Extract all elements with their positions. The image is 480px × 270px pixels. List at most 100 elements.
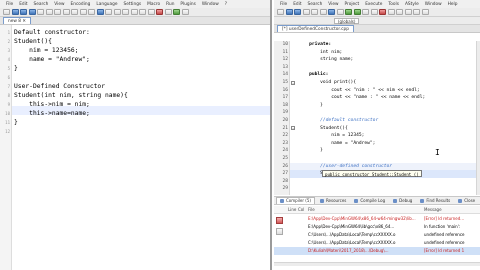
zoom-out-icon[interactable]	[122, 9, 129, 15]
menu-edit[interactable]: Edit	[19, 2, 27, 7]
undo-icon[interactable]	[79, 9, 87, 15]
message-row[interactable]: E:\App\Dev-Cpp\MinGW64\lib\gcc\x86_64...…	[274, 223, 480, 231]
menu-tools[interactable]: Tools	[388, 2, 399, 7]
stop-macro-icon[interactable]	[164, 9, 172, 15]
debug-icon[interactable]	[379, 9, 386, 15]
find-icon[interactable]	[328, 9, 335, 15]
tab-find-results[interactable]: Find Results	[417, 197, 453, 204]
open-file-icon[interactable]	[285, 9, 293, 15]
notepad-editor[interactable]: 1 2 3 4 5 6 7 8 9 10 11 12 Default const…	[0, 25, 270, 270]
message-row[interactable]: E:\App\Dev-Cpp\MinGW64\x86_64-w64-mingw3…	[274, 215, 480, 223]
column-line: Line	[288, 207, 297, 212]
save-icon[interactable]	[20, 9, 27, 15]
save-macro-icon[interactable]	[181, 9, 189, 15]
line-number: 22	[282, 133, 288, 139]
messages-header: Line Col File Message	[274, 206, 480, 214]
line-number: 18	[282, 102, 288, 108]
menu-astyle[interactable]: AStyle	[405, 2, 419, 7]
menu-file[interactable]: File	[6, 2, 13, 7]
record-macro-icon[interactable]	[156, 9, 163, 15]
goto-icon[interactable]	[404, 9, 412, 15]
close-icon[interactable]	[37, 9, 44, 15]
save-all-icon[interactable]	[28, 9, 36, 15]
compile-icon[interactable]	[345, 9, 352, 15]
message-row[interactable]: C:\Users\...\AppData\Local\Temp\ccXXXXX.…	[274, 239, 480, 247]
settings-icon[interactable]	[421, 9, 429, 15]
menu-window[interactable]: Window	[425, 2, 442, 7]
paste-icon[interactable]	[71, 9, 78, 15]
line-number: 8	[7, 93, 10, 98]
messages-horizontal-scrollbar[interactable]	[274, 262, 480, 266]
tab-debug[interactable]: Debug	[390, 197, 415, 204]
replace-icon[interactable]	[336, 9, 344, 15]
scope-bar: (globals)	[274, 17, 480, 25]
indent-guide-icon[interactable]	[147, 9, 155, 15]
menu-project[interactable]: Project	[345, 2, 360, 7]
line-number: 29	[282, 186, 288, 192]
menu-help[interactable]: Help	[448, 2, 458, 7]
find-icon	[420, 198, 425, 203]
tab-label: Debug	[399, 197, 413, 203]
menu-encoding[interactable]: Encoding	[71, 2, 91, 7]
fold-toggle-icon[interactable]: −	[291, 80, 295, 85]
ide-window: File Edit Search View Project Execute To…	[274, 0, 480, 270]
line-number: 12	[282, 57, 288, 63]
chart-icon[interactable]	[387, 9, 395, 15]
undo-icon[interactable]	[311, 9, 318, 15]
new-file-icon[interactable]	[277, 9, 284, 15]
tab-file[interactable]: [*] userDefinedConstructor.cpp	[277, 25, 354, 32]
replace-icon[interactable]	[105, 9, 112, 15]
save-icon[interactable]	[294, 9, 301, 15]
debug-icon	[393, 198, 398, 203]
menu-macro[interactable]: Macro	[147, 2, 160, 7]
menu-edit[interactable]: Edit	[293, 2, 301, 7]
notepad-toolbar	[0, 8, 270, 17]
new-file-icon[interactable]	[3, 9, 10, 15]
log-icon	[354, 198, 359, 203]
menu-execute[interactable]: Execute	[365, 2, 382, 7]
menu-window[interactable]: Window	[202, 2, 219, 7]
zoom-in-icon[interactable]	[113, 9, 121, 15]
menu-file[interactable]: File	[280, 2, 287, 7]
code-line: cout << "nim : " << nim << endl;	[298, 87, 420, 93]
menu-search[interactable]: Search	[34, 2, 49, 7]
print-icon[interactable]	[45, 9, 53, 15]
cut-icon[interactable]	[54, 9, 61, 15]
find-icon[interactable]	[96, 9, 104, 15]
wrap-icon[interactable]	[139, 9, 146, 15]
tab-new-8[interactable]: new 8 ✕	[3, 17, 31, 24]
scope-dropdown[interactable]: (globals)	[334, 17, 360, 24]
open-file-icon[interactable]	[11, 9, 19, 15]
menu-run[interactable]: Run	[166, 2, 174, 7]
message-row[interactable]: C:\Users\...\AppData\Local\Temp\ccXXXXX.…	[274, 231, 480, 239]
tab-resources[interactable]: Resources	[317, 197, 349, 204]
sync-icon[interactable]	[130, 9, 138, 15]
fold-toggle-icon[interactable]: −	[291, 126, 295, 130]
run-icon[interactable]	[353, 9, 361, 15]
rebuild-icon[interactable]	[370, 9, 378, 15]
line-number: 25	[282, 156, 288, 161]
bookmark-icon[interactable]	[413, 9, 420, 15]
menu-view[interactable]: View	[54, 2, 64, 7]
ide-toolbar	[274, 8, 480, 17]
play-macro-icon[interactable]	[173, 9, 180, 15]
menu-search[interactable]: Search	[308, 2, 323, 7]
menu-view[interactable]: View	[328, 2, 338, 7]
menu-language[interactable]: Language	[96, 2, 117, 7]
menu-settings[interactable]: Settings	[124, 2, 142, 7]
print-icon[interactable]	[302, 9, 310, 15]
compile-run-icon[interactable]	[362, 9, 369, 15]
line-number: 23	[282, 140, 288, 146]
profile-icon[interactable]	[396, 9, 403, 15]
copy-icon[interactable]	[62, 9, 70, 15]
redo-icon[interactable]	[88, 9, 95, 15]
tab-compile-log[interactable]: Compile Log	[351, 197, 388, 204]
editor-vertical-scrollbar[interactable]	[476, 41, 480, 195]
message-row-selected[interactable]: D:\Kuliah\Materi\2017_2018\...\Debug\...…	[274, 247, 480, 255]
redo-icon[interactable]	[319, 9, 327, 15]
menu-help[interactable]: ?	[225, 2, 227, 7]
menu-plugins[interactable]: Plugins	[180, 2, 195, 7]
tab-compiler[interactable]: Compiler (5)	[276, 197, 315, 204]
tab-close[interactable]: Close	[455, 197, 478, 204]
code-line: cout << "name : " << name << endl;	[298, 95, 426, 101]
